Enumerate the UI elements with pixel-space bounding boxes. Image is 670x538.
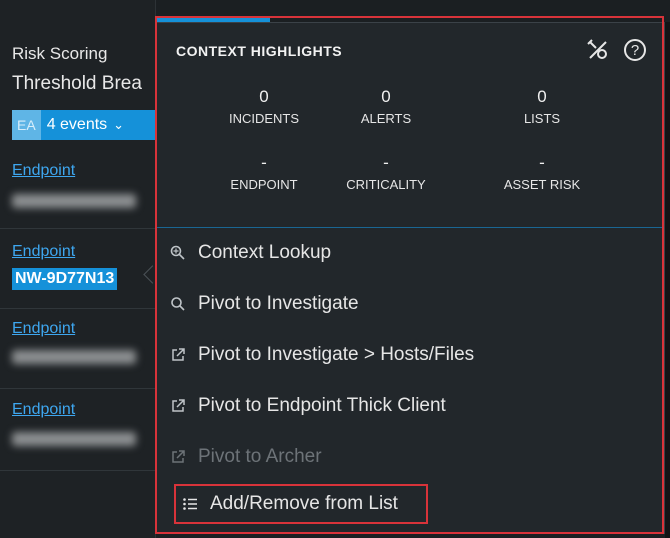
- menu-label: Pivot to Archer: [198, 446, 322, 467]
- threshold-label: Threshold Brea: [12, 73, 142, 94]
- tools-icon[interactable]: [586, 38, 610, 62]
- stat-label: LISTS: [523, 111, 561, 126]
- menu-label: Add/Remove from List: [210, 493, 398, 514]
- row-divider: [0, 308, 155, 309]
- menu-pivot-archer: Pivot to Archer: [168, 440, 322, 474]
- risk-scoring-label: Risk Scoring: [12, 44, 108, 63]
- menu-pivot-hosts-files[interactable]: Pivot to Investigate > Hosts/Files: [168, 338, 474, 372]
- chevron-down-icon: ⌄: [113, 117, 125, 132]
- external-link-icon: [168, 347, 188, 363]
- menu-context-lookup[interactable]: Context Lookup: [168, 236, 331, 270]
- redacted-host-3: [12, 350, 136, 364]
- row-divider: [0, 228, 155, 229]
- events-count-label: 4 events: [46, 116, 108, 133]
- stat-asset-risk[interactable]: - ASSET RISK: [482, 153, 602, 192]
- context-lookup-icon: [168, 245, 188, 261]
- stat-label: CRITICALITY: [346, 177, 426, 192]
- redacted-host-4: [12, 432, 136, 446]
- ea-badge: EA: [12, 110, 41, 140]
- context-title: CONTEXT HIGHLIGHTS: [176, 43, 343, 59]
- search-icon: [168, 296, 188, 312]
- menu-label: Pivot to Investigate: [198, 293, 359, 314]
- list-icon: [180, 496, 200, 512]
- stat-value: 0: [537, 87, 547, 106]
- stat-criticality[interactable]: - CRITICALITY: [326, 153, 446, 192]
- section-divider: [156, 227, 664, 228]
- events-dropdown[interactable]: EA 4 events ⌄: [12, 110, 160, 140]
- row-divider: [0, 470, 155, 471]
- stat-value: 0: [259, 87, 269, 106]
- event-list-panel: Risk Scoring Threshold Brea EA 4 events …: [0, 0, 160, 538]
- selected-host-value[interactable]: NW-9D77N13: [12, 268, 118, 290]
- stat-incidents[interactable]: 0 INCIDENTS: [204, 87, 324, 126]
- menu-add-remove-list[interactable]: Add/Remove from List: [180, 487, 398, 521]
- context-highlights-panel: CONTEXT HIGHLIGHTS ? 0 INCIDENTS 0 ALERT…: [155, 22, 665, 534]
- external-link-icon: [168, 449, 188, 465]
- stat-value: -: [261, 153, 267, 172]
- stat-lists[interactable]: 0 LISTS: [482, 87, 602, 126]
- external-link-icon: [168, 398, 188, 414]
- right-background-edge: [665, 22, 670, 538]
- endpoint-link-2[interactable]: Endpoint: [12, 243, 75, 261]
- stat-value: -: [383, 153, 389, 172]
- endpoint-link-1[interactable]: Endpoint: [12, 162, 75, 180]
- redacted-host-1: [12, 194, 136, 208]
- stat-label: ALERTS: [360, 111, 412, 126]
- help-icon[interactable]: ?: [624, 39, 646, 61]
- stat-value: -: [539, 153, 545, 172]
- row-divider: [0, 388, 155, 389]
- menu-label: Context Lookup: [198, 242, 332, 263]
- stat-label: INCIDENTS: [228, 111, 300, 126]
- stat-label: ENDPOINT: [230, 177, 298, 192]
- stat-endpoint[interactable]: - ENDPOINT: [204, 153, 324, 192]
- menu-pivot-endpoint-thick-client[interactable]: Pivot to Endpoint Thick Client: [168, 389, 446, 423]
- menu-label: Pivot to Investigate > Hosts/Files: [198, 344, 475, 365]
- menu-label: Pivot to Endpoint Thick Client: [198, 395, 446, 416]
- stat-value: 0: [381, 87, 391, 106]
- stat-alerts[interactable]: 0 ALERTS: [326, 87, 446, 126]
- menu-pivot-investigate[interactable]: Pivot to Investigate: [168, 287, 359, 321]
- endpoint-link-3[interactable]: Endpoint: [12, 320, 75, 338]
- stat-label: ASSET RISK: [503, 177, 581, 192]
- endpoint-link-4[interactable]: Endpoint: [12, 401, 75, 419]
